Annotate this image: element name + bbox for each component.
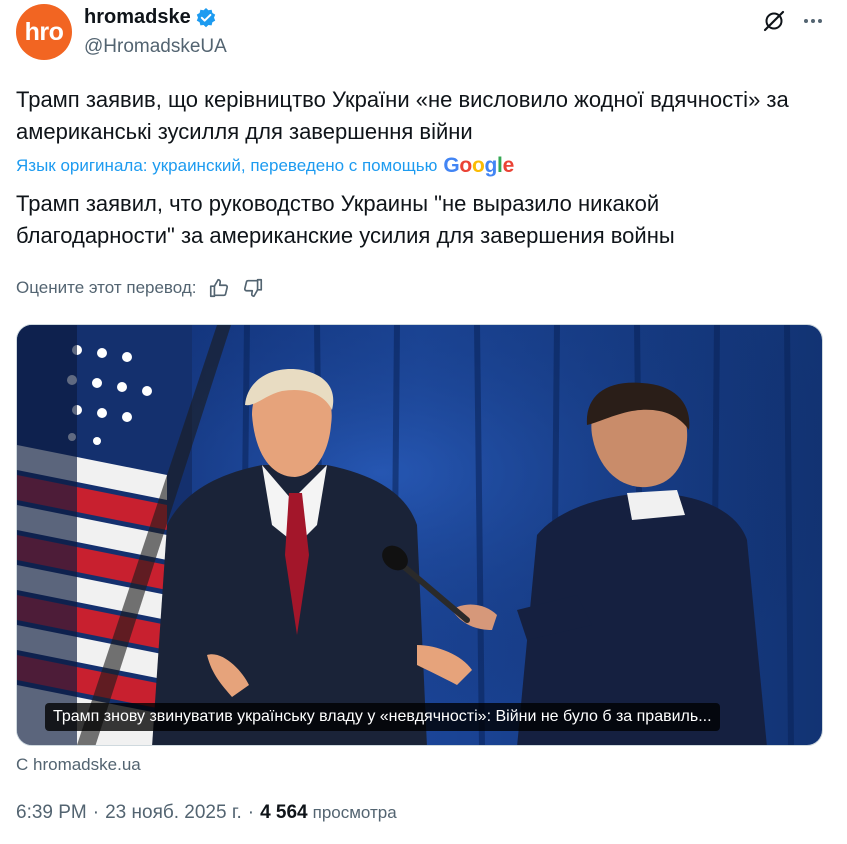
translation-attribution[interactable]: Язык оригинала: украинский, переведено с… [16, 154, 514, 178]
tweet-original-text: Трамп заявив, що керівництво України «не… [16, 87, 789, 144]
card-source-link[interactable]: С hromadske.ua [16, 755, 141, 775]
google-logo: Google [443, 154, 514, 177]
translation-note: Язык оригинала: украинский, переведено с… [16, 156, 438, 175]
verified-badge-icon[interactable] [195, 7, 217, 29]
card-title-caption: Трамп знову звинуватив українську владу … [45, 703, 720, 731]
views-label: просмотра [312, 803, 397, 822]
grok-icon[interactable] [759, 6, 789, 36]
tweet-date[interactable]: 23 нояб. 2025 г. [105, 802, 242, 824]
rate-translation-label: Оцените этот перевод: [16, 278, 197, 297]
tweet-meta: 6:39 PM · 23 нояб. 2025 г. · 4 564 просм… [16, 802, 397, 824]
avatar[interactable]: hro [16, 4, 72, 60]
views-count: 4 564 [260, 802, 308, 823]
thumbs-up-icon[interactable] [207, 276, 231, 300]
rate-translation-row: Оцените этот перевод: [16, 276, 265, 300]
more-icon[interactable] [798, 6, 828, 36]
meta-separator: · [247, 802, 255, 823]
article-photo [17, 325, 822, 745]
link-preview-card[interactable]: Трамп знову звинуватив українську владу … [16, 324, 823, 746]
tweet-header: hro hromadske @HromadskeUA [16, 4, 831, 64]
tweet-time[interactable]: 6:39 PM [16, 802, 87, 824]
author-handle[interactable]: @HromadskeUA [84, 36, 227, 58]
meta-separator: · [92, 802, 100, 823]
tweet-translated-text: Трамп заявил, что руководство Украины "н… [16, 191, 675, 248]
thumbs-down-icon[interactable] [241, 276, 265, 300]
author-name-row: hromadske [84, 6, 217, 29]
author-display-name[interactable]: hromadske [84, 6, 191, 29]
